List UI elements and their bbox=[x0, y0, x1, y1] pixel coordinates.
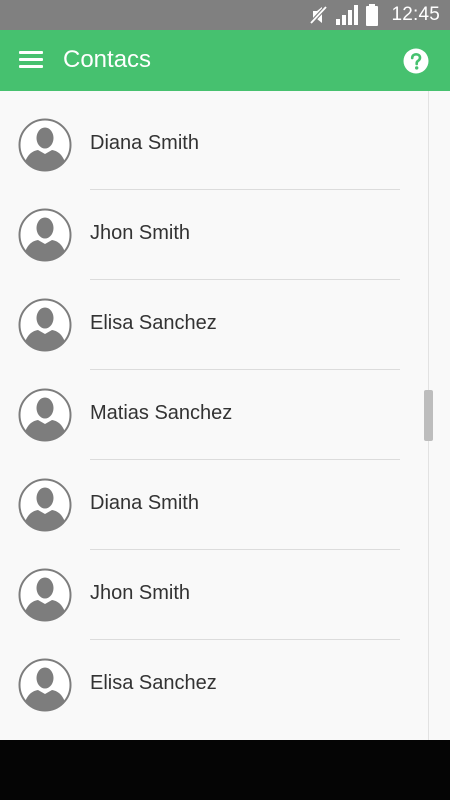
contacts-list-view[interactable]: Diana Smith Jhon Smith Elisa Sanchez Mat… bbox=[0, 91, 450, 740]
contact-name: Elisa Sanchez bbox=[90, 672, 217, 694]
contact-item[interactable]: Jhon Smith bbox=[0, 541, 428, 640]
contact-item[interactable]: Elisa Sanchez bbox=[0, 631, 428, 721]
menu-icon[interactable] bbox=[19, 51, 43, 69]
contact-name: Jhon Smith bbox=[90, 222, 191, 244]
contact-list: Diana Smith Jhon Smith Elisa Sanchez Mat… bbox=[0, 91, 428, 721]
app-title: Contacs bbox=[63, 46, 152, 73]
contact-item[interactable]: Jhon Smith bbox=[0, 181, 428, 280]
avatar-icon bbox=[18, 298, 72, 352]
contact-item[interactable]: Matias Sanchez bbox=[0, 361, 428, 460]
help-icon[interactable] bbox=[403, 48, 429, 74]
status-bar: 12:45 bbox=[0, 0, 450, 30]
contact-item[interactable]: Elisa Sanchez bbox=[0, 271, 428, 370]
contact-name: Elisa Sanchez bbox=[90, 312, 217, 334]
phone-screen: 12:45 Contacs Diana Smith Jhon Smith Eli… bbox=[0, 0, 450, 800]
status-time: 12:45 bbox=[391, 4, 440, 25]
signal-icon bbox=[336, 5, 359, 25]
contact-name: Diana Smith bbox=[90, 132, 199, 154]
contact-name: Diana Smith bbox=[90, 492, 199, 514]
battery-icon bbox=[366, 4, 379, 26]
scrollbar-thumb[interactable] bbox=[424, 390, 433, 441]
contact-name: Matias Sanchez bbox=[90, 402, 233, 424]
contact-name: Jhon Smith bbox=[90, 582, 191, 604]
avatar-icon bbox=[18, 658, 72, 712]
avatar-icon bbox=[18, 478, 72, 532]
avatar-icon bbox=[18, 208, 72, 262]
status-icons: 12:45 bbox=[307, 0, 440, 30]
mute-icon bbox=[309, 5, 328, 25]
avatar-icon bbox=[18, 568, 72, 622]
avatar-icon bbox=[18, 388, 72, 442]
navigation-bar bbox=[0, 740, 450, 800]
app-bar: Contacs bbox=[0, 30, 450, 91]
avatar-icon bbox=[18, 118, 72, 172]
contact-item[interactable]: Diana Smith bbox=[0, 451, 428, 550]
contact-item[interactable]: Diana Smith bbox=[0, 91, 428, 190]
